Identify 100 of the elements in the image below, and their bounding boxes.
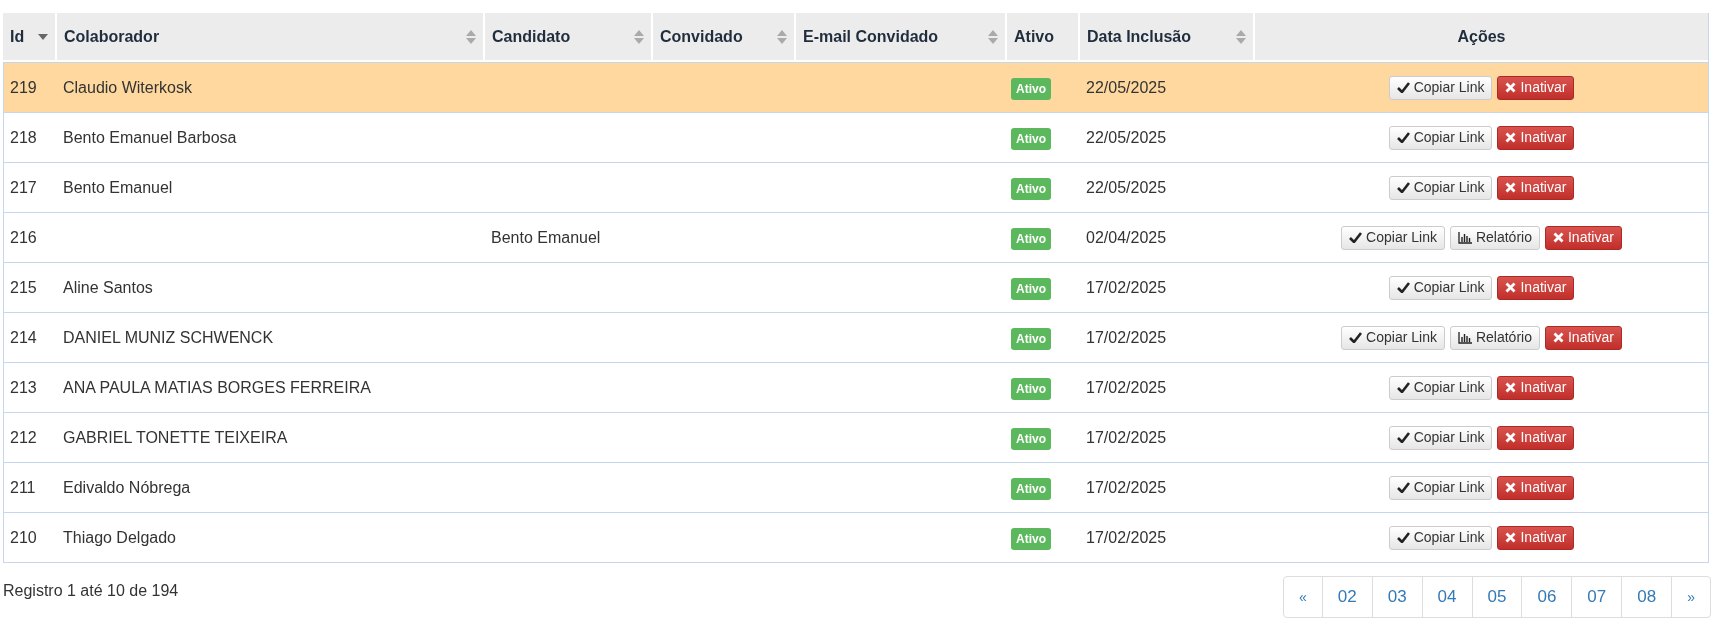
id-cell: 212 [10,428,37,446]
id-cell: 210 [10,528,37,546]
collaborator-cell: Edivaldo Nóbrega [63,478,191,496]
id-cell: 218 [10,128,37,146]
deactivate-button[interactable]: Inativar [1544,325,1622,350]
checkmark-icon [1396,382,1410,393]
deactivate-button[interactable]: Inativar [1497,175,1575,200]
collaborator-cell: Bento Emanuel [63,178,173,196]
status-badge: Ativo [1011,377,1051,400]
table-row[interactable]: 212 GABRIEL TONETTE TEIXEIRA Ativo 17/02/2025 Copiar Link Inativar [3,412,1708,462]
table-row[interactable]: 214 DANIEL MUNIZ SCHWENCK Ativo 17/02/2025 Copiar Link Relatório Inativar [3,312,1708,362]
id-cell: 217 [10,178,37,196]
collaborator-cell: Bento Emanuel Barbosa [63,128,237,146]
copy-link-button[interactable]: Copiar Link [1388,425,1493,450]
status-badge: Ativo [1011,127,1051,150]
report-button[interactable]: Relatório [1449,325,1540,350]
column-header[interactable]: E-mail Convidado [803,24,939,49]
status-badge: Ativo [1011,177,1051,200]
page-link[interactable]: » [1671,577,1710,617]
column-header[interactable]: Colaborador [64,24,160,49]
collaborator-cell: ANA PAULA MATIAS BORGES FERREIRA [63,378,371,396]
copy-link-button[interactable]: Copiar Link [1388,375,1493,400]
date-cell: 17/02/2025 [1086,378,1167,396]
checkmark-icon [1396,182,1410,193]
checkmark-icon [1396,482,1410,493]
checkmark-icon [1396,532,1410,543]
collaborator-cell: DANIEL MUNIZ SCHWENCK [63,328,274,346]
close-icon [1505,82,1517,93]
date-cell: 17/02/2025 [1086,528,1167,546]
candidate-cell: Bento Emanuel [491,228,601,246]
table-row[interactable]: 218 Bento Emanuel Barbosa Ativo 22/05/2025 Copiar Link Inativar [3,112,1708,162]
date-cell: 02/04/2025 [1086,228,1167,246]
close-icon [1505,282,1517,293]
page-link[interactable]: 02 [1321,577,1372,617]
date-cell: 17/02/2025 [1086,478,1167,496]
status-badge: Ativo [1011,327,1051,350]
copy-link-button[interactable]: Copiar Link [1388,475,1493,500]
page-link[interactable]: 07 [1571,577,1622,617]
copy-link-button[interactable]: Copiar Link [1388,75,1493,100]
status-badge: Ativo [1011,227,1051,250]
page-link[interactable]: 03 [1371,577,1422,617]
copy-link-button[interactable]: Copiar Link [1388,275,1493,300]
deactivate-button[interactable]: Inativar [1497,75,1575,100]
column-header[interactable]: Data Inclusão [1087,24,1192,49]
collaborator-cell: GABRIEL TONETTE TEIXEIRA [63,428,288,446]
checkmark-icon [1396,82,1410,93]
status-badge: Ativo [1011,77,1051,100]
deactivate-button[interactable]: Inativar [1497,525,1575,550]
close-icon [1505,432,1517,443]
table-row[interactable]: 211 Edivaldo Nóbrega Ativo 17/02/2025 Copiar Link Inativar [3,462,1708,512]
checkmark-icon [1349,232,1363,243]
id-cell: 215 [10,278,37,296]
date-cell: 22/05/2025 [1086,128,1167,146]
column-header[interactable]: Ações [1457,24,1506,49]
table-row[interactable]: 213 ANA PAULA MATIAS BORGES FERREIRA Ativo 17/02/2025 Copiar Link Inativar [3,362,1708,412]
deactivate-button[interactable]: Inativar [1497,425,1575,450]
deactivate-button[interactable]: Inativar [1497,375,1575,400]
collaborator-cell: Thiago Delgado [63,528,176,546]
page-link[interactable]: 04 [1421,577,1472,617]
close-icon [1505,132,1517,143]
column-header[interactable]: Candidato [492,24,571,49]
checkmark-icon [1349,332,1363,343]
page-link[interactable]: « [1283,577,1322,617]
close-icon [1505,482,1517,493]
collaborator-cell: Aline Santos [63,278,153,296]
page-link[interactable]: 08 [1621,577,1672,617]
deactivate-button[interactable]: Inativar [1497,275,1575,300]
id-cell: 219 [10,78,37,96]
checkmark-icon [1396,432,1410,443]
close-icon [1505,182,1517,193]
bar-chart-icon [1457,331,1472,344]
id-cell: 216 [10,228,37,246]
checkmark-icon [1396,132,1410,143]
bar-chart-icon [1457,231,1472,244]
deactivate-button[interactable]: Inativar [1497,475,1575,500]
collaborator-cell: Claudio Witerkosk [63,78,192,96]
deactivate-button[interactable]: Inativar [1544,225,1622,250]
table-row[interactable]: 217 Bento Emanuel Ativo 22/05/2025 Copiar Link Inativar [3,162,1708,212]
page-link[interactable]: 05 [1471,577,1522,617]
record-summary: Registro 1 até 10 de 194 [3,581,179,601]
close-icon [1505,382,1517,393]
copy-link-button[interactable]: Copiar Link [1388,525,1493,550]
copy-link-button[interactable]: Copiar Link [1388,175,1493,200]
table-row[interactable]: 216 Bento Emanuel Ativo 02/04/2025 Copiar Link Relatório Inativar [3,212,1708,262]
table-row[interactable]: 219 Claudio Witerkosk Ativo 22/05/2025 Copiar Link Inativar [3,62,1708,112]
report-button[interactable]: Relatório [1449,225,1540,250]
column-header[interactable]: Id [10,24,25,49]
status-badge: Ativo [1011,527,1051,550]
copy-link-button[interactable]: Copiar Link [1341,225,1445,250]
copy-link-button[interactable]: Copiar Link [1341,325,1445,350]
table-row[interactable]: 210 Thiago Delgado Ativo 17/02/2025 Copiar Link Inativar [3,512,1708,562]
page-link[interactable]: 06 [1521,577,1572,617]
copy-link-button[interactable]: Copiar Link [1388,125,1493,150]
id-cell: 211 [10,478,36,496]
deactivate-button[interactable]: Inativar [1497,125,1575,150]
table-row[interactable]: 215 Aline Santos Ativo 17/02/2025 Copiar Link Inativar [3,262,1708,312]
column-header[interactable]: Ativo [1014,24,1054,49]
status-badge: Ativo [1011,277,1051,300]
column-header[interactable]: Convidado [660,24,743,49]
checkmark-icon [1396,282,1410,293]
